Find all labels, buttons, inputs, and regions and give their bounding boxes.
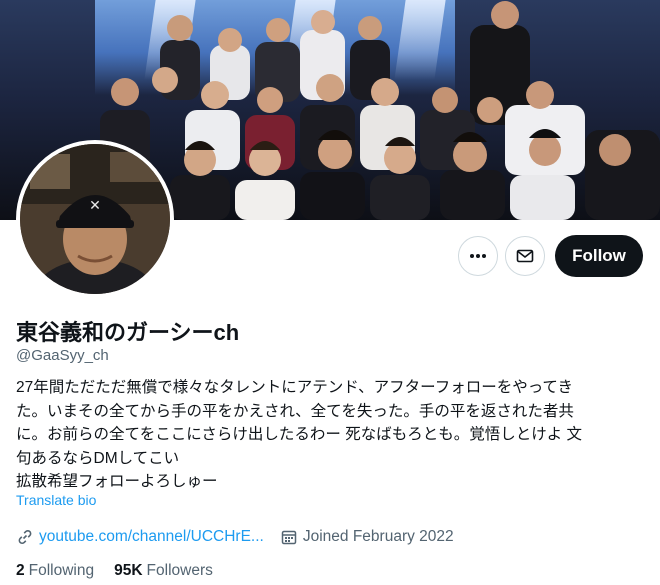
followers-link[interactable]: 95K Followers	[114, 562, 213, 580]
bio-line: た。いまその全てから手の平をかえされ、全てを失った。手の平を返された者共	[16, 402, 574, 420]
translate-bio-link[interactable]: Translate bio	[16, 492, 96, 508]
joined-text: Joined February 2022	[302, 528, 454, 545]
more-horizontal-icon	[470, 254, 486, 258]
user-handle: @GaaSyy_ch	[16, 347, 109, 364]
svg-text:✕: ✕	[89, 198, 101, 214]
bio-line: に。お前らの全てをここにさらけ出したるわー 死なばもろとも。覚悟しとけよ 文	[16, 426, 582, 443]
bio-line: 27年間ただただ無償で様々なタレントにアテンド、アフターフォローをやってき	[16, 379, 573, 396]
display-name: 東谷義和のガーシーch	[16, 320, 240, 345]
profile-bio: 27年間ただただ無償で様々なタレントにアテンド、アフターフォローをやってき た。…	[16, 376, 648, 494]
following-link[interactable]: 2 Following	[16, 562, 94, 580]
profile-meta-row: youtube.com/channel/UCCHrE... Joined Feb…	[16, 526, 454, 548]
bio-line: 句あるならDMしてこい	[16, 449, 180, 467]
profile-avatar[interactable]: ✕	[16, 140, 174, 298]
more-options-button[interactable]	[458, 236, 498, 276]
message-button[interactable]	[505, 236, 545, 276]
envelope-icon	[516, 249, 534, 263]
follow-stats: 2 Following 95K Followers	[16, 562, 233, 580]
profile-website-link[interactable]: youtube.com/channel/UCCHrE...	[39, 528, 264, 546]
joined-date: Joined February 2022	[280, 528, 454, 546]
link-icon	[16, 528, 34, 546]
followers-count: 95K	[114, 562, 143, 579]
follow-button[interactable]: Follow	[555, 235, 643, 277]
calendar-icon	[280, 528, 298, 546]
following-count: 2	[16, 562, 25, 579]
followers-label: Followers	[146, 562, 213, 579]
following-label: Following	[28, 562, 95, 579]
bio-line: 拡散希望フォローよろしゅー	[16, 473, 218, 490]
